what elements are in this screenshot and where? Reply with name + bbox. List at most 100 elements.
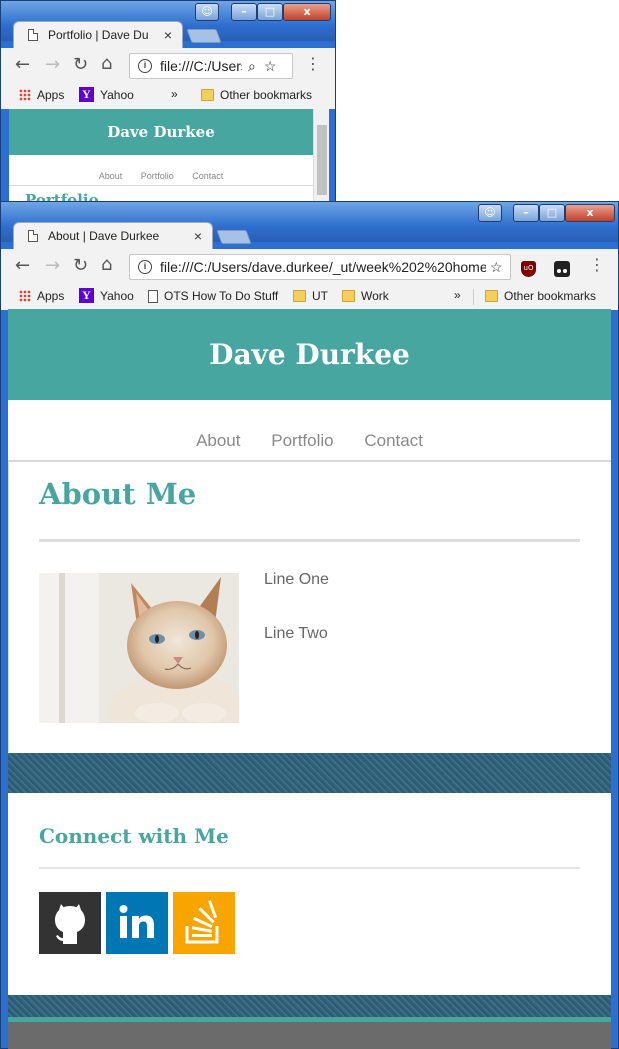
front-toolbar: ← → ↻ ⌂ i file:///C:/Users/dave.durkee/_… [1,249,618,283]
nav-portfolio-link[interactable]: Portfolio [271,431,333,451]
github-link[interactable] [39,892,101,954]
bookmark-yahoo[interactable]: Y Yahoo [79,87,134,102]
new-tab-button[interactable] [216,230,252,244]
bookmark-label: » [454,288,461,302]
bookmark-apps[interactable]: Apps [19,289,64,303]
back-arrow-icon[interactable]: ← [15,255,30,276]
back-close-button[interactable]: x [283,3,331,21]
back-nav: About Portfolio Contact [9,171,313,181]
bookmark-label: UT [312,289,328,303]
back-bookmarks-bar: Apps Y Yahoo » Other bookmarks [1,82,335,109]
main-nav: About Portfolio Contact [8,431,611,453]
back-tab[interactable]: Portfolio | Dave Du × [13,21,183,48]
new-tab-button[interactable] [186,29,222,43]
reload-icon[interactable]: ↻ [73,54,88,75]
info-icon[interactable]: i [138,59,152,73]
front-address-bar[interactable]: i file:///C:/Users/dave.durkee/_ut/week%… [129,254,511,280]
bookmark-other[interactable]: Other bookmarks [201,88,312,102]
back-nav-portfolio[interactable]: Portfolio [141,171,174,181]
back-site-title: Dave Durkee [107,123,215,141]
forward-arrow-icon[interactable]: → [45,54,60,75]
nav-contact-link[interactable]: Contact [364,431,423,451]
back-url: file:///C:/Users [160,58,242,74]
yahoo-icon: Y [79,288,94,303]
back-nav-about[interactable]: About [99,171,123,181]
stackoverflow-icon [185,900,219,944]
folder-icon [342,290,355,302]
menu-icon[interactable]: ⋮ [305,54,321,73]
zoom-icon[interactable]: ⌕ [248,58,256,75]
back-user-button[interactable]: ☺ [195,3,219,21]
bookmark-overflow[interactable]: » [454,288,461,302]
bookmark-overflow[interactable]: » [171,87,178,101]
close-icon[interactable]: × [164,27,172,43]
apps-icon [19,290,31,302]
bookmark-label: OTS How To Do Stuff [164,289,279,303]
bookmark-label: Work [361,289,389,303]
page-icon [28,29,38,41]
star-icon[interactable]: ☆ [264,58,277,75]
denim-divider-top [8,753,611,793]
close-icon[interactable]: × [194,228,202,244]
github-icon [55,904,85,944]
front-tab[interactable]: About | Dave Durkee × [13,222,213,249]
back-browser-window: ☺ – □ x Portfolio | Dave Du × ← → ↻ ⌂ i … [0,0,336,205]
front-bookmarks-bar: Apps Y Yahoo OTS How To Do Stuff UT Work… [1,283,618,310]
bookmark-apps[interactable]: Apps [19,88,64,102]
reload-icon[interactable]: ↻ [73,255,88,276]
linkedin-icon [119,905,154,938]
info-icon[interactable]: i [138,260,152,274]
front-close-button[interactable]: x [565,204,615,222]
linkedin-link[interactable] [106,892,168,954]
about-heading: About Me [39,477,197,511]
cat-photo [39,573,239,723]
footer [8,1022,611,1049]
denim-divider-bottom [8,995,611,1017]
star-icon[interactable]: ☆ [490,259,503,276]
site-title: Dave Durkee [209,338,410,371]
bookmark-label: Other bookmarks [504,289,597,303]
content-left-border [8,460,9,752]
bookmark-label: Yahoo [100,288,134,303]
page-icon [28,230,38,242]
cat-photo-illustration [39,573,239,723]
back-address-bar[interactable]: i file:///C:/Users ⌕ ☆ [129,53,293,79]
ublock-extension-icon[interactable]: uO [521,261,536,277]
back-nav-contact[interactable]: Contact [192,171,223,181]
apps-icon [19,89,31,101]
site-header: Dave Durkee [8,309,611,400]
home-icon[interactable]: ⌂ [101,254,112,275]
connect-divider [39,867,580,869]
bookmark-yahoo[interactable]: Y Yahoo [79,288,134,303]
bookmark-label: Other bookmarks [220,88,313,102]
front-tab-title: About | Dave Durkee [48,229,160,243]
front-minimize-button[interactable]: – [513,204,539,222]
bookmark-other[interactable]: Other bookmarks [485,289,596,303]
back-toolbar: ← → ↻ ⌂ i file:///C:/Users ⌕ ☆ ⋮ [1,48,335,82]
back-scrollbar-thumb[interactable] [317,125,327,195]
bookmark-label: » [171,87,178,101]
back-tab-title: Portfolio | Dave Du [48,28,149,42]
front-maximize-button[interactable]: □ [539,204,565,222]
bookmark-ut[interactable]: UT [293,289,328,303]
back-arrow-icon[interactable]: ← [15,54,30,75]
nav-about-link[interactable]: About [196,431,240,451]
folder-icon [201,89,214,101]
home-icon[interactable]: ⌂ [101,53,112,74]
connect-heading: Connect with Me [39,824,229,848]
menu-icon[interactable]: ⋮ [589,255,605,274]
back-scrollbar[interactable] [313,109,329,204]
yahoo-icon: Y [79,87,94,102]
stackoverflow-link[interactable] [173,892,235,954]
back-maximize-button[interactable]: □ [257,3,283,21]
bookmark-label: Yahoo [100,87,134,102]
forward-arrow-icon[interactable]: → [45,255,60,276]
bookmark-ots[interactable]: OTS How To Do Stuff [148,289,278,303]
tampermonkey-extension-icon[interactable] [554,261,570,277]
back-page: Dave Durkee About Portfolio Contact Port… [9,109,313,204]
bookmark-work[interactable]: Work [342,289,389,303]
back-minimize-button[interactable]: – [231,3,257,21]
front-user-button[interactable]: ☺ [478,204,502,222]
bookmarks-divider [473,289,474,305]
bookmark-label: Apps [37,289,65,303]
